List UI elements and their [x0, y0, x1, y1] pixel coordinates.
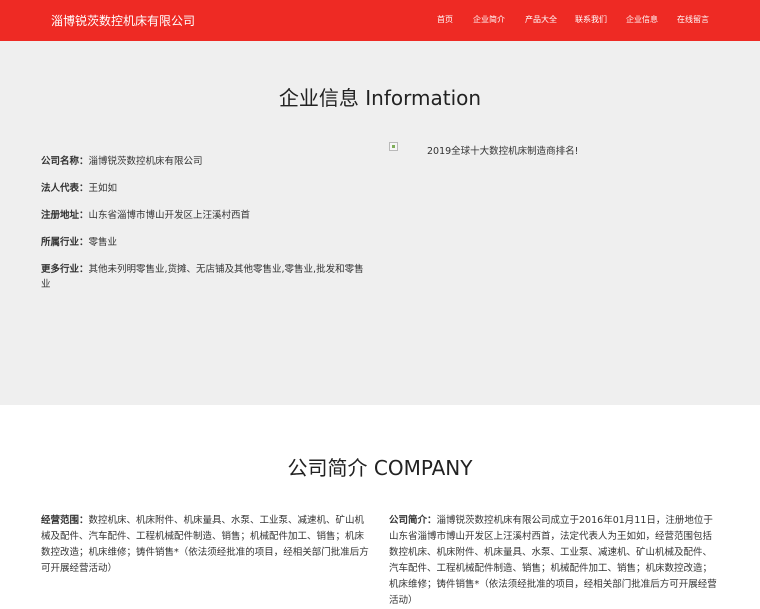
info-row-address: 注册地址：山东省淄博市博山开发区上汪溪村西首 — [41, 208, 371, 223]
info-label: 法人代表： — [41, 183, 89, 194]
info-row-more-industry: 更多行业：其他未列明零售业,货摊、无店铺及其他零售业,零售业,批发和零售业 — [41, 262, 371, 292]
image-alt-text: 2019全球十大数控机床制造商排名! — [427, 146, 579, 157]
site-brand[interactable]: 淄博锐茨数控机床有限公司 — [51, 12, 195, 29]
info-label: 注册地址： — [41, 210, 89, 221]
info-label: 公司名称： — [41, 156, 89, 167]
info-row-industry: 所属行业：零售业 — [41, 235, 371, 250]
info-value: 淄博锐茨数控机床有限公司 — [88, 156, 203, 167]
nav-contact[interactable]: 联系我们 — [575, 14, 607, 25]
company-info-section: 企业信息 Information 公司名称：淄博锐茨数控机床有限公司 法人代表：… — [0, 41, 760, 405]
nav-home[interactable]: 首页 — [437, 14, 453, 25]
scope-label: 经营范围： — [41, 515, 89, 526]
info-value: 山东省淄博市博山开发区上汪溪村西首 — [88, 210, 251, 221]
info-section-title: 企业信息 Information — [278, 86, 482, 110]
business-scope: 经营范围：数控机床、机床附件、机床量具、水泵、工业泵、减速机、矿山机械及配件、汽… — [41, 513, 371, 577]
company-intro-section: 公司简介 COMPANY 经营范围：数控机床、机床附件、机床量具、水泵、工业泵、… — [0, 405, 760, 606]
info-value: 其他未列明零售业,货摊、无店铺及其他零售业,零售业,批发和零售业 — [41, 264, 364, 290]
info-row-legal-rep: 法人代表：王如如 — [41, 181, 371, 196]
nav-message[interactable]: 在线留言 — [677, 14, 709, 25]
top-navbar: 淄博锐茨数控机床有限公司 首页 企业简介 产品大全 联系我们 企业信息 在线留言 — [0, 0, 760, 41]
nav-company-info[interactable]: 企业信息 — [626, 14, 658, 25]
intro-text: 淄博锐茨数控机床有限公司成立于2016年01月11日，注册地位于山东省淄博市博山… — [389, 515, 717, 606]
broken-image-icon — [389, 142, 398, 151]
ranking-image[interactable]: 2019全球十大数控机床制造商排名! — [389, 142, 719, 162]
info-value: 零售业 — [88, 237, 118, 248]
info-label: 更多行业： — [41, 264, 89, 275]
scope-text: 数控机床、机床附件、机床量具、水泵、工业泵、减速机、矿山机械及配件、汽车配件、工… — [41, 515, 369, 574]
info-value: 王如如 — [88, 183, 118, 194]
company-intro: 公司简介：淄博锐茨数控机床有限公司成立于2016年01月11日，注册地位于山东省… — [389, 513, 719, 609]
nav-products[interactable]: 产品大全 — [525, 14, 557, 25]
company-section-title: 公司简介 COMPANY — [287, 456, 473, 480]
intro-label: 公司简介： — [389, 515, 437, 526]
info-row-name: 公司名称：淄博锐茨数控机床有限公司 — [41, 154, 371, 169]
info-label: 所属行业： — [41, 237, 89, 248]
nav-company-intro[interactable]: 企业简介 — [473, 14, 505, 25]
